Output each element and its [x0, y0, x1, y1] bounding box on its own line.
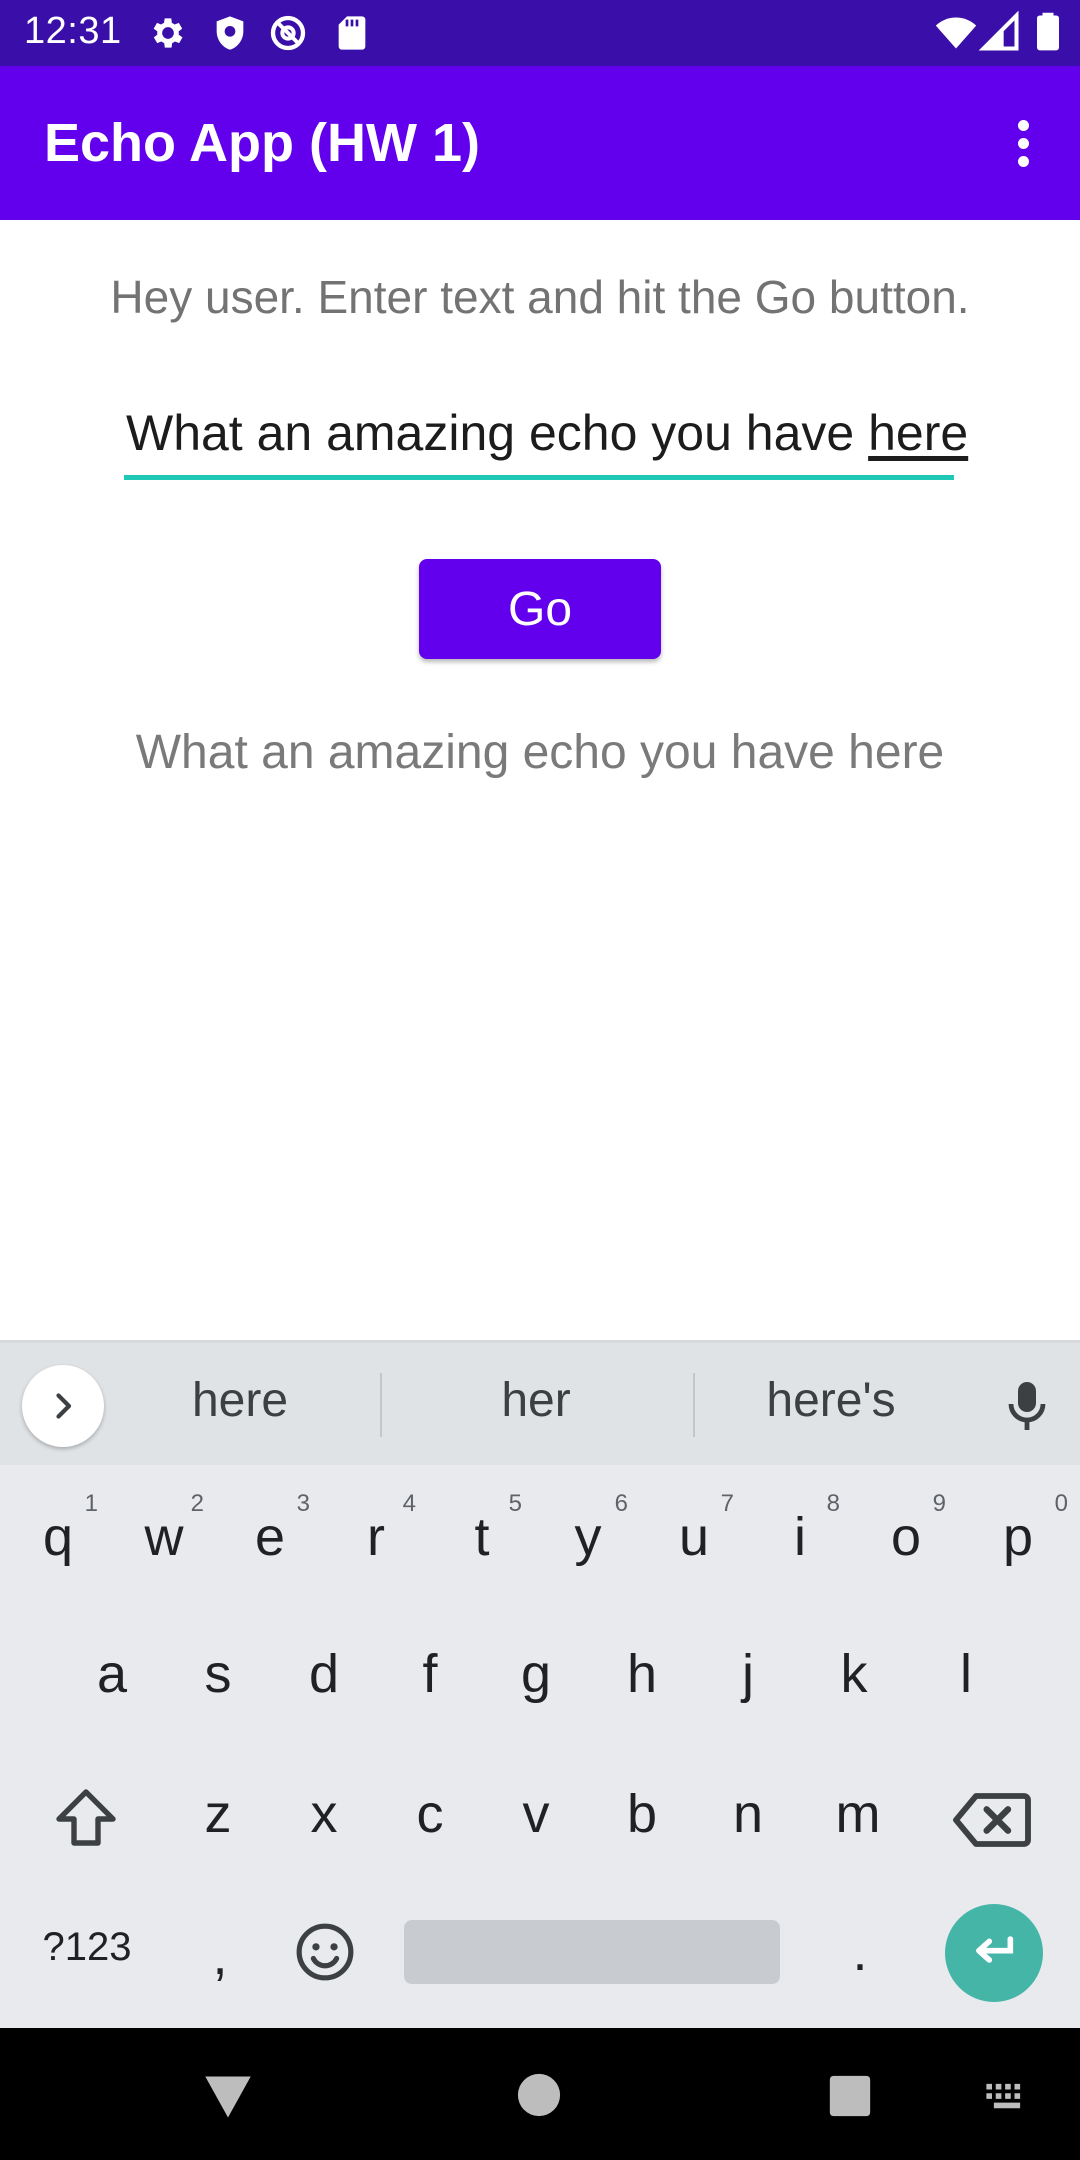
- enter-key[interactable]: [945, 1904, 1043, 2002]
- input-composing-word: here: [868, 405, 969, 461]
- app-title: Echo App (HW 1): [44, 113, 480, 173]
- signal-icon: [978, 10, 1019, 51]
- input-underline: [124, 475, 954, 480]
- key-k[interactable]: k: [804, 1643, 904, 1705]
- key-hint: 6: [614, 1490, 628, 1517]
- settings-icon: [153, 18, 183, 48]
- key-u[interactable]: u7: [644, 1490, 744, 1568]
- key-label: r: [367, 1507, 385, 1567]
- backspace-icon[interactable]: [952, 1788, 1032, 1852]
- key-s[interactable]: s: [168, 1643, 268, 1705]
- key-f[interactable]: f: [380, 1643, 480, 1705]
- wifi-icon: [935, 17, 977, 49]
- key-hint: 2: [190, 1490, 204, 1517]
- key-label: q: [42, 1507, 74, 1567]
- key-p[interactable]: p0: [968, 1490, 1068, 1568]
- suggestion-3[interactable]: here's: [731, 1373, 931, 1428]
- key-z[interactable]: z: [168, 1783, 268, 1845]
- key-hint: 9: [932, 1490, 946, 1517]
- echo-input-value[interactable]: What an amazing echo you have here: [126, 404, 968, 462]
- key-m[interactable]: m: [808, 1783, 908, 1845]
- key-hint: 7: [720, 1490, 734, 1517]
- suggestion-bar: here her here's: [0, 1343, 1080, 1465]
- echo-output-text: What an amazing echo you have here: [135, 726, 945, 779]
- home-icon[interactable]: [516, 2072, 562, 2118]
- suggestion-2[interactable]: her: [436, 1373, 636, 1428]
- key-n[interactable]: n: [698, 1783, 798, 1845]
- key-comma[interactable]: ,: [170, 1925, 270, 1987]
- key-label: y: [574, 1507, 602, 1567]
- status-bar: 12:31: [0, 0, 1080, 66]
- back-icon[interactable]: [200, 2072, 256, 2122]
- shift-icon[interactable]: [50, 1783, 122, 1855]
- at-sign-icon: [270, 15, 306, 51]
- emoji-icon[interactable]: [294, 1921, 356, 1983]
- symbols-key[interactable]: ?123: [22, 1925, 152, 1970]
- key-i[interactable]: i8: [750, 1490, 850, 1568]
- suggestion-divider: [693, 1373, 695, 1437]
- suggestion-divider: [380, 1373, 382, 1437]
- key-a[interactable]: a: [62, 1643, 162, 1705]
- go-button[interactable]: Go: [419, 559, 661, 659]
- key-hint: 3: [296, 1490, 310, 1517]
- chevron-right-icon[interactable]: [22, 1365, 104, 1447]
- key-v[interactable]: v: [486, 1783, 586, 1845]
- key-label: e: [254, 1507, 286, 1567]
- key-w[interactable]: w2: [114, 1490, 214, 1568]
- key-d[interactable]: d: [274, 1643, 374, 1705]
- key-g[interactable]: g: [486, 1643, 586, 1705]
- key-x[interactable]: x: [274, 1783, 374, 1845]
- echo-input-field[interactable]: What an amazing echo you have here: [124, 400, 968, 480]
- key-b[interactable]: b: [592, 1783, 692, 1845]
- key-c[interactable]: c: [380, 1783, 480, 1845]
- key-j[interactable]: j: [698, 1643, 798, 1705]
- key-hint: 8: [826, 1490, 840, 1517]
- input-text-prefix: What an amazing echo you have: [126, 405, 869, 461]
- key-e[interactable]: e3: [220, 1490, 320, 1568]
- key-y[interactable]: y6: [538, 1490, 638, 1568]
- key-label: u: [678, 1507, 710, 1567]
- mic-icon[interactable]: [1002, 1379, 1052, 1435]
- key-h[interactable]: h: [592, 1643, 692, 1705]
- sd-card-icon: [338, 16, 366, 50]
- key-r[interactable]: r4: [326, 1490, 426, 1568]
- recents-icon[interactable]: [828, 2074, 872, 2118]
- more-vert-icon[interactable]: [986, 106, 1060, 180]
- space-key[interactable]: [404, 1920, 780, 1984]
- instruction-text: Hey user. Enter text and hit the Go butt…: [110, 271, 970, 323]
- key-o[interactable]: o9: [856, 1490, 956, 1568]
- key-label: o: [890, 1507, 922, 1567]
- key-period[interactable]: .: [810, 1921, 910, 1983]
- keyboard-switch-icon[interactable]: [984, 2082, 1030, 2112]
- suggestion-1[interactable]: here: [140, 1373, 340, 1428]
- key-t[interactable]: t5: [432, 1490, 532, 1568]
- key-label: w: [144, 1507, 184, 1567]
- key-l[interactable]: l: [916, 1643, 1016, 1705]
- key-q[interactable]: q1: [8, 1490, 108, 1568]
- key-hint: 0: [1054, 1490, 1068, 1517]
- enter-icon: [976, 1936, 1014, 1963]
- soft-keyboard: here her here's q1 w2 e3 r4 t5 y6 u7 i8 …: [0, 1340, 1080, 2028]
- battery-icon: [1037, 12, 1059, 51]
- key-hint: 1: [84, 1490, 98, 1517]
- navigation-bar: [0, 2028, 1080, 2160]
- key-label: p: [1002, 1507, 1034, 1567]
- key-hint: 4: [402, 1490, 416, 1517]
- key-label: i: [794, 1507, 806, 1567]
- key-hint: 5: [508, 1490, 522, 1517]
- key-label: t: [474, 1507, 490, 1567]
- status-time: 12:31: [24, 10, 122, 52]
- app-bar: Echo App (HW 1): [0, 66, 1080, 220]
- shield-icon: [216, 16, 244, 50]
